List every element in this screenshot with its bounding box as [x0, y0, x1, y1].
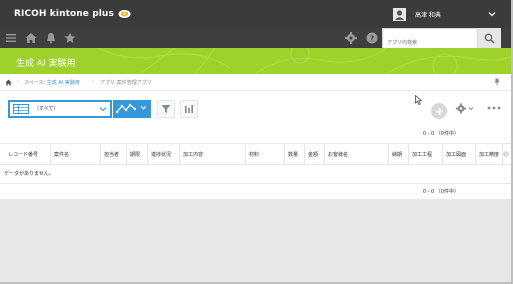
brand-name: RICOH kintone plus: [14, 9, 114, 19]
column-header[interactable]: お客様名: [325, 144, 389, 164]
more-options-icon[interactable]: [487, 106, 501, 110]
add-record-button[interactable]: [431, 103, 447, 119]
bell-icon[interactable]: [44, 31, 58, 45]
pin-icon[interactable]: [494, 78, 500, 86]
chevron-down-icon: [488, 12, 496, 17]
column-header[interactable]: 担当者: [101, 144, 127, 164]
brand-logo-icon: [118, 10, 131, 18]
pager-summary-top: 0 - 0 （0件中）: [422, 131, 459, 137]
svg-text:?: ?: [370, 35, 374, 43]
space-banner: 生成 AI 実験用: [0, 48, 513, 74]
breadcrumb-separator: ›: [17, 79, 19, 85]
column-header[interactable]: 加工内容: [180, 144, 246, 164]
breadcrumb: › スペース: 生成 AI 実験用 › アプリ:案件管理アプリ: [0, 74, 513, 91]
column-header[interactable]: 期限: [127, 144, 148, 164]
column-header[interactable]: 納期: [389, 144, 409, 164]
space-title: 生成 AI 実験用: [16, 59, 76, 69]
chevron-down-icon: [99, 107, 107, 112]
graph-button[interactable]: [180, 100, 198, 118]
home-icon[interactable]: [5, 79, 12, 86]
breadcrumb-space-link[interactable]: 生成 AI 実験用: [47, 80, 80, 86]
breadcrumb-app-prefix: アプリ:: [100, 80, 117, 86]
banner-pattern: [97, 48, 513, 74]
column-header[interactable]: 加工精度: [476, 144, 503, 164]
view-selector[interactable]: （すべて）: [8, 100, 112, 118]
line-chart-icon: [116, 103, 136, 114]
scroll-right-icon[interactable]: [503, 150, 509, 158]
list-view-icon: [13, 104, 29, 114]
search-icon: [484, 33, 495, 44]
graph-menu-button[interactable]: [113, 100, 151, 118]
mouse-cursor: [415, 95, 423, 105]
column-header[interactable]: 進捗状況: [148, 144, 180, 164]
record-table-header: レコード番号 案件名 担当者 期限 進捗状況 加工内容 材料 数量 金額 お客様…: [0, 143, 511, 165]
user-menu[interactable]: 高津 和典: [382, 0, 504, 28]
column-header[interactable]: レコード番号: [0, 144, 51, 164]
search-button[interactable]: [478, 28, 501, 48]
column-header[interactable]: 材料: [246, 144, 285, 164]
brand[interactable]: RICOH kintone plus: [14, 7, 131, 21]
page-footer-area: [0, 199, 513, 284]
breadcrumb-app-name: 案件管理アプリ: [116, 80, 152, 86]
help-icon[interactable]: ?: [365, 31, 379, 45]
search-field[interactable]: [382, 28, 478, 52]
column-header[interactable]: 加工図面: [443, 144, 476, 164]
avatar: [393, 7, 406, 21]
plus-icon: [435, 107, 443, 115]
filter-button[interactable]: [157, 100, 175, 118]
star-icon[interactable]: [63, 31, 77, 45]
filter-icon: [161, 105, 171, 113]
column-header[interactable]: 金額: [305, 144, 325, 164]
bar-chart-icon: [185, 105, 193, 113]
user-name: 高津 和典: [415, 11, 441, 19]
view-selected-label: （すべて）: [34, 106, 59, 112]
pager-summary-bottom: 0 - 0 （0件中）: [422, 189, 459, 195]
gear-icon[interactable]: [344, 31, 358, 45]
column-header[interactable]: 加工工程: [409, 144, 443, 164]
menu-icon[interactable]: [4, 31, 18, 45]
column-header[interactable]: 数量: [285, 144, 305, 164]
home-icon[interactable]: [24, 31, 38, 45]
top-header: RICOH kintone plus 高津 和典: [0, 0, 513, 28]
breadcrumb-space-prefix: スペース:: [24, 80, 46, 86]
column-header[interactable]: 案件名: [51, 144, 101, 164]
breadcrumb-app: アプリ:案件管理アプリ: [100, 79, 152, 86]
chevron-down-icon: [140, 105, 147, 110]
breadcrumb-separator: ›: [92, 79, 94, 85]
app-settings-button[interactable]: [455, 103, 475, 114]
breadcrumb-space[interactable]: スペース: 生成 AI 実験用: [24, 79, 80, 86]
table-divider: [0, 183, 511, 184]
empty-message: データがありません。: [4, 171, 54, 177]
